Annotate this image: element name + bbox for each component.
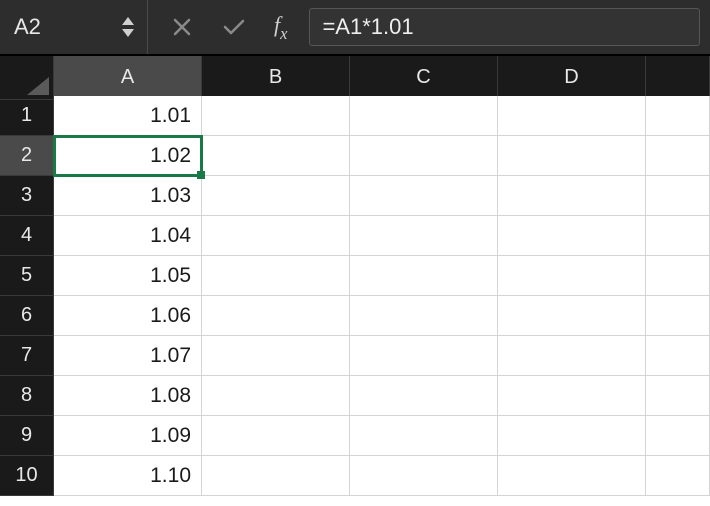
cell[interactable]: 1.03 bbox=[54, 176, 202, 216]
cell[interactable] bbox=[202, 296, 350, 336]
cell[interactable] bbox=[202, 376, 350, 416]
chevron-down-icon bbox=[122, 29, 134, 37]
cell[interactable] bbox=[646, 96, 710, 136]
name-box[interactable]: A2 bbox=[0, 0, 148, 54]
cell[interactable]: 1.10 bbox=[54, 456, 202, 496]
cell[interactable] bbox=[498, 216, 646, 256]
cell[interactable] bbox=[498, 296, 646, 336]
cell[interactable] bbox=[646, 336, 710, 376]
row-header-7[interactable]: 7 bbox=[0, 336, 54, 376]
cell[interactable] bbox=[498, 456, 646, 496]
row-header-3[interactable]: 3 bbox=[0, 176, 54, 216]
cell[interactable] bbox=[350, 296, 498, 336]
cell[interactable] bbox=[202, 456, 350, 496]
cell[interactable]: 1.08 bbox=[54, 376, 202, 416]
formula-bar-controls: fx bbox=[148, 0, 309, 54]
cell[interactable] bbox=[498, 416, 646, 456]
cell[interactable]: 1.01 bbox=[54, 96, 202, 136]
cell[interactable] bbox=[350, 416, 498, 456]
cell[interactable] bbox=[202, 416, 350, 456]
cell[interactable] bbox=[646, 416, 710, 456]
cell[interactable]: 1.06 bbox=[54, 296, 202, 336]
row-header-4[interactable]: 4 bbox=[0, 216, 54, 256]
cell[interactable] bbox=[498, 376, 646, 416]
cell[interactable] bbox=[646, 136, 710, 176]
chevron-up-icon bbox=[122, 17, 134, 25]
column-header-D[interactable]: D bbox=[498, 56, 646, 100]
row-header-9[interactable]: 9 bbox=[0, 416, 54, 456]
cell[interactable]: 1.07 bbox=[54, 336, 202, 376]
cell[interactable] bbox=[646, 216, 710, 256]
cell[interactable] bbox=[646, 456, 710, 496]
cell[interactable] bbox=[350, 376, 498, 416]
cell[interactable] bbox=[646, 176, 710, 216]
cell[interactable] bbox=[202, 216, 350, 256]
cancel-icon[interactable] bbox=[170, 15, 194, 39]
fx-icon[interactable]: fx bbox=[274, 12, 287, 42]
column-header-B[interactable]: B bbox=[202, 56, 350, 100]
cell[interactable] bbox=[350, 216, 498, 256]
cell[interactable] bbox=[646, 296, 710, 336]
spreadsheet-grid[interactable]: ABCD 11.0121.0231.0341.0451.0561.0671.078… bbox=[0, 56, 710, 496]
cell[interactable] bbox=[202, 336, 350, 376]
name-box-stepper[interactable] bbox=[117, 17, 147, 37]
cell[interactable] bbox=[202, 256, 350, 296]
cell[interactable] bbox=[350, 136, 498, 176]
cell[interactable] bbox=[498, 176, 646, 216]
formula-input[interactable] bbox=[309, 8, 700, 46]
row-header-5[interactable]: 5 bbox=[0, 256, 54, 296]
cell[interactable] bbox=[350, 336, 498, 376]
cell[interactable]: 1.02 bbox=[54, 136, 202, 176]
cell[interactable] bbox=[498, 256, 646, 296]
cell[interactable] bbox=[202, 176, 350, 216]
row-header-2[interactable]: 2 bbox=[0, 136, 54, 176]
cell[interactable] bbox=[646, 376, 710, 416]
column-header-C[interactable]: C bbox=[350, 56, 498, 100]
select-all-corner[interactable] bbox=[0, 56, 54, 100]
cell[interactable] bbox=[202, 136, 350, 176]
cell[interactable]: 1.09 bbox=[54, 416, 202, 456]
name-box-value: A2 bbox=[14, 14, 117, 40]
cell[interactable] bbox=[498, 136, 646, 176]
row-header-1[interactable]: 1 bbox=[0, 96, 54, 136]
cell[interactable]: 1.04 bbox=[54, 216, 202, 256]
cell[interactable] bbox=[498, 96, 646, 136]
formula-bar: A2 fx bbox=[0, 0, 710, 56]
cell[interactable]: 1.05 bbox=[54, 256, 202, 296]
cell[interactable] bbox=[350, 256, 498, 296]
cell[interactable] bbox=[350, 456, 498, 496]
cell[interactable] bbox=[646, 256, 710, 296]
column-header-A[interactable]: A bbox=[54, 56, 202, 100]
row-header-6[interactable]: 6 bbox=[0, 296, 54, 336]
cell[interactable] bbox=[350, 96, 498, 136]
column-header[interactable] bbox=[646, 56, 710, 100]
row-header-8[interactable]: 8 bbox=[0, 376, 54, 416]
confirm-icon[interactable] bbox=[222, 15, 246, 39]
cell[interactable] bbox=[498, 336, 646, 376]
fill-handle[interactable] bbox=[197, 171, 205, 179]
row-header-10[interactable]: 10 bbox=[0, 456, 54, 496]
cell[interactable] bbox=[202, 96, 350, 136]
cell[interactable] bbox=[350, 176, 498, 216]
